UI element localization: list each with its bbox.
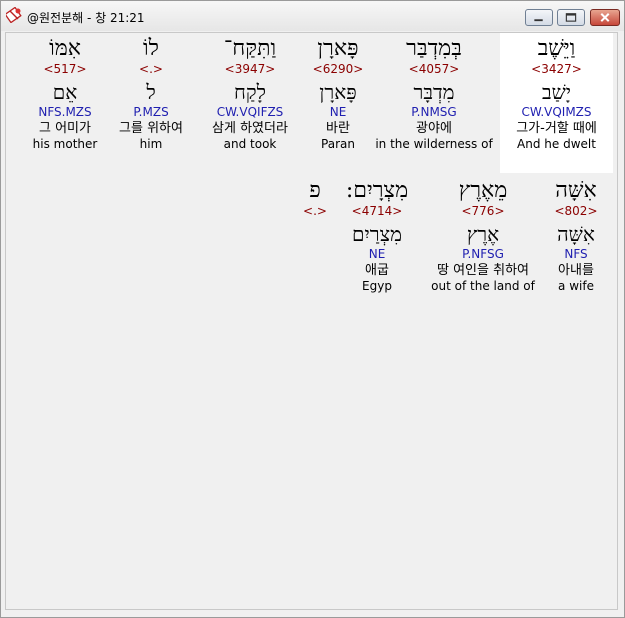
word-block[interactable]: פ <.> — [300, 175, 330, 245]
hebrew-word: וַיֵּשֶׁב — [537, 36, 576, 61]
parsing-code: P.NMSG — [411, 105, 457, 119]
lemma-word: לָקַח — [234, 80, 266, 104]
strong-number[interactable]: <3427> — [500, 62, 613, 76]
lemma-word: אֶרֶץ — [466, 222, 500, 246]
word-block[interactable]: אִמּוֹ <517> אֵם NFS.MZS 그 어미가 his mothe… — [28, 33, 102, 173]
word-block[interactable]: מִצְרָיִם: <4714> מִצְרַיִם NE 애굽 Egyp — [336, 175, 418, 315]
interlinear-panel[interactable]: וַיֵּשֶׁב <3427> יָשַׁב CW.VQIMZS 그가-거할 … — [5, 32, 618, 610]
strong-number[interactable]: <6290> — [303, 62, 373, 76]
minimize-icon — [534, 19, 543, 22]
hebrew-word: וַתִּקַּח־ — [223, 36, 277, 61]
word-block[interactable]: וַתִּקַּח־ <3947> לָקַח CW.VQIFZS 삼게 하였더… — [199, 33, 301, 173]
lemma-word: ל — [146, 80, 156, 104]
english-gloss: Egyp — [362, 279, 392, 293]
english-gloss: And he dwelt — [517, 137, 596, 151]
strong-number[interactable]: <.> — [110, 62, 192, 76]
strong-number[interactable]: <4057> — [375, 62, 493, 76]
word-block[interactable]: בְּמִדְבַּר <4057> מִדְבָּר P.NMSG 광야에 i… — [375, 33, 493, 173]
parsing-code: P.MZS — [133, 105, 169, 119]
maximize-icon — [565, 13, 577, 22]
english-gloss: his mother — [32, 137, 98, 151]
strong-number[interactable]: <802> — [543, 204, 609, 218]
korean-gloss: 땅 여인을 취하여 — [437, 263, 529, 278]
title-bar[interactable]: @원전분해 - 창 21:21 — [1, 1, 624, 31]
strong-number[interactable]: <517> — [28, 62, 102, 76]
korean-gloss: 그 어미가 — [39, 121, 91, 136]
hebrew-word: מִצְרָיִם: — [345, 178, 409, 203]
parsing-code: P.NFSG — [462, 247, 504, 261]
korean-gloss: 바란 — [326, 121, 350, 136]
lemma-word: מִדְבָּר — [413, 80, 455, 104]
lemma-word: פָּארָן — [319, 80, 357, 104]
strong-number[interactable]: <776> — [424, 204, 542, 218]
korean-gloss: 그가-거할 때에 — [516, 121, 597, 136]
app-window: @원전분해 - 창 21:21 וַיֵּשֶׁב <3427> יָשַׁב … — [0, 0, 625, 618]
parsing-code: CW.VQIMZS — [521, 105, 592, 119]
hebrew-word: אִשָּׁה — [555, 178, 597, 203]
lemma-word: אִשָּׁה — [557, 222, 595, 246]
english-gloss: in the wilderness of — [375, 137, 493, 151]
close-button[interactable] — [590, 9, 620, 26]
close-icon — [600, 13, 610, 22]
window-title: @원전분해 - 창 21:21 — [27, 11, 145, 25]
lemma-word: אֵם — [52, 80, 78, 104]
english-gloss: and took — [223, 137, 277, 151]
parsing-code: NE — [329, 105, 347, 119]
hebrew-word: לוֹ — [143, 36, 159, 61]
minimize-button[interactable] — [525, 9, 553, 26]
hebrew-word: אִמּוֹ — [49, 36, 81, 61]
hebrew-word: מֵאֶרֶץ — [458, 178, 508, 203]
vertical-scrollbar[interactable] — [618, 32, 624, 610]
maximize-button[interactable] — [557, 9, 585, 26]
lemma-word: יָשַׁב — [541, 80, 572, 104]
english-gloss: him — [139, 137, 163, 151]
parsing-code: CW.VQIFZS — [216, 105, 284, 119]
korean-gloss: 애굽 — [365, 263, 389, 278]
hebrew-word: בְּמִדְבַּר — [406, 36, 462, 61]
korean-gloss: 광야에 — [416, 121, 452, 136]
strong-number[interactable]: <3947> — [199, 62, 301, 76]
hebrew-word: פָּארָן — [317, 36, 359, 61]
hebrew-word: פ — [309, 178, 321, 203]
parsing-code: NFS — [564, 247, 588, 261]
english-gloss: Paran — [321, 137, 355, 151]
strong-number[interactable]: <4714> — [336, 204, 418, 218]
word-block[interactable]: לוֹ <.> ל P.MZS 그를 위하여 him — [110, 33, 192, 173]
word-block[interactable]: פָּארָן <6290> פָּארָן NE 바란 Paran — [303, 33, 373, 173]
word-block[interactable]: אִשָּׁה <802> אִשָּׁה NFS 아내를 a wife — [543, 175, 609, 315]
parsing-code: NFS.MZS — [38, 105, 92, 119]
korean-gloss: 아내를 — [558, 263, 594, 278]
korean-gloss: 삼게 하였더라 — [212, 121, 288, 136]
word-block[interactable]: וַיֵּשֶׁב <3427> יָשַׁב CW.VQIMZS 그가-거할 … — [500, 33, 613, 173]
lemma-word: מִצְרַיִם — [352, 222, 402, 246]
word-block[interactable]: מֵאֶרֶץ <776> אֶרֶץ P.NFSG 땅 여인을 취하여 out… — [424, 175, 542, 315]
english-gloss: a wife — [558, 279, 594, 293]
strong-number[interactable]: <.> — [300, 204, 330, 218]
parsing-code: NE — [368, 247, 386, 261]
app-icon[interactable] — [6, 7, 22, 23]
korean-gloss: 그를 위하여 — [119, 121, 183, 136]
english-gloss: out of the land of — [431, 279, 535, 293]
